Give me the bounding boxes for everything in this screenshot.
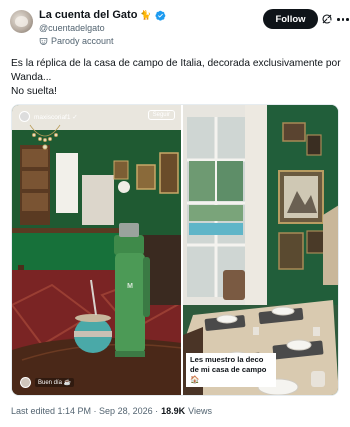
reel-username: maxiscoriaf1 ✓ <box>34 113 78 121</box>
parody-badge: Parody account <box>39 36 114 46</box>
avatar[interactable] <box>10 10 33 33</box>
author-name-row[interactable]: La cuenta del Gato 🐈 <box>39 9 166 21</box>
tweet-line: No suelta! <box>11 86 57 97</box>
room-with-thermos-image: M <box>12 105 181 395</box>
reel-caption: Buen día ☕ <box>20 377 75 388</box>
reel-avatar <box>19 111 30 122</box>
tweet-line: Es la réplica de la casa de campo de Ita… <box>11 58 341 83</box>
photo-left[interactable]: M maxiscoriaf1 ✓ Seguir Buen día ☕ <box>12 105 181 395</box>
tweet-header: La cuenta del Gato 🐈 @cuentadelgato Paro… <box>10 8 349 48</box>
views-count: 18.9K <box>161 406 186 416</box>
reel-caption-overlay: Les muestro la deco de mi casa de campo … <box>185 353 276 387</box>
follow-button[interactable]: Follow <box>263 9 318 29</box>
reel-author[interactable]: maxiscoriaf1 ✓ <box>19 111 78 122</box>
parody-label: Parody account <box>51 36 114 46</box>
edited-timestamp[interactable]: Last edited 1:14 PM · Sep 28, 2026 · <box>11 406 158 416</box>
photo-right[interactable]: Les muestro la deco de mi casa de campo … <box>182 105 338 395</box>
tweet-meta: Last edited 1:14 PM · Sep 28, 2026 · 18.… <box>11 406 212 416</box>
media-grid[interactable]: M maxiscoriaf1 ✓ Seguir Buen día ☕ Les m… <box>11 104 339 396</box>
grok-icon[interactable] <box>321 13 333 25</box>
cat-emoji-icon: 🐈 <box>140 9 152 20</box>
verified-badge-icon <box>155 10 165 21</box>
views-label: Views <box>188 406 212 416</box>
author-display-name[interactable]: La cuenta del Gato <box>39 9 137 21</box>
caption-avatar <box>20 377 31 388</box>
svg-text:M: M <box>127 283 133 290</box>
caption-text: Buen día ☕ <box>35 378 75 387</box>
tweet-text: Es la réplica de la casa de campo de Ita… <box>11 57 341 99</box>
reel-follow-button[interactable]: Seguir <box>147 110 175 120</box>
mask-icon <box>39 37 48 45</box>
dining-room-image <box>182 105 338 395</box>
author-handle[interactable]: @cuentadelgato <box>39 23 105 33</box>
more-options-icon[interactable] <box>337 18 349 22</box>
